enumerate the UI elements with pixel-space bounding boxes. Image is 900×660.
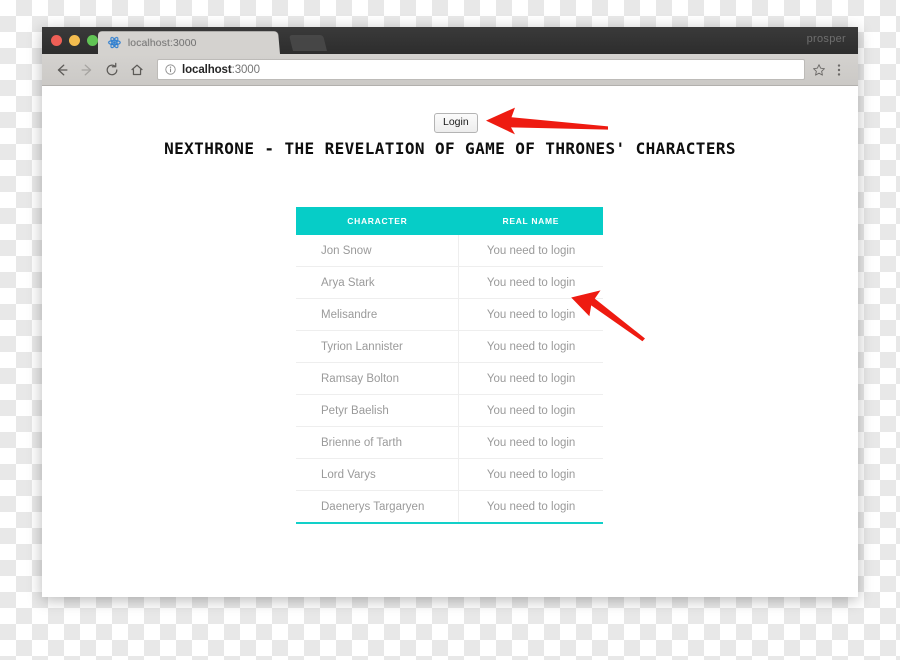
star-icon[interactable]: [809, 59, 829, 81]
close-window-button[interactable]: [51, 35, 62, 46]
table-row: Melisandre You need to login: [296, 298, 603, 331]
arrow-right-icon: [76, 59, 98, 81]
table-row: Tyrion Lannister You need to login: [296, 330, 603, 363]
window-controls: [51, 35, 98, 46]
minimize-window-button[interactable]: [69, 35, 80, 46]
address-bar-host: localhost: [182, 63, 232, 76]
cell-character: Melisandre: [296, 298, 460, 331]
cell-real-name: You need to login: [458, 394, 603, 427]
browser-tab-active[interactable]: localhost:3000: [98, 31, 280, 54]
cell-character: Petyr Baelish: [296, 394, 460, 427]
cell-real-name: You need to login: [458, 426, 603, 459]
address-bar-path: :3000: [231, 63, 260, 76]
browser-toolbar: localhost :3000: [42, 54, 858, 86]
table-row: Daenerys Targaryen You need to login: [296, 490, 603, 523]
table-row: Lord Varys You need to login: [296, 458, 603, 491]
reload-icon[interactable]: [101, 59, 123, 81]
maximize-window-button[interactable]: [87, 35, 98, 46]
arrow-left-icon[interactable]: [51, 59, 73, 81]
home-icon[interactable]: [126, 59, 148, 81]
table-row: Petyr Baelish You need to login: [296, 394, 603, 427]
new-tab-button[interactable]: [289, 35, 327, 51]
browser-window: localhost:3000 prosper localhost:3000 L…: [42, 27, 858, 597]
column-header-character: CHARACTER: [296, 207, 459, 235]
cell-character: Jon Snow: [296, 235, 460, 267]
table-body: Jon Snow You need to login Arya Stark You n…: [296, 235, 603, 523]
table-row: Jon Snow You need to login: [296, 235, 603, 267]
react-logo-icon: [108, 36, 121, 49]
cell-real-name: You need to login: [458, 458, 603, 491]
cell-character: Arya Stark: [296, 266, 460, 299]
table-header-row: CHARACTER REAL NAME: [296, 207, 603, 235]
browser-titlebar: localhost:3000 prosper: [42, 27, 858, 54]
table-row: Brienne of Tarth You need to login: [296, 426, 603, 459]
cell-character: Brienne of Tarth: [296, 426, 460, 459]
cell-character: Lord Varys: [296, 458, 460, 491]
cell-real-name: You need to login: [458, 362, 603, 395]
info-circle-icon[interactable]: [165, 64, 176, 75]
cell-real-name: You need to login: [458, 298, 603, 331]
page-title: NEXTHRONE - THE REVELATION OF GAME OF TH…: [164, 139, 736, 158]
cell-character: Ramsay Bolton: [296, 362, 460, 395]
login-button[interactable]: Login: [434, 113, 478, 133]
characters-table: CHARACTER REAL NAME Jon Snow You need to …: [296, 207, 603, 524]
page-viewport: Login NEXTHRONE - THE REVELATION OF GAME…: [42, 86, 858, 596]
cell-real-name: You need to login: [458, 330, 603, 363]
table-header: CHARACTER REAL NAME: [296, 207, 603, 235]
characters-table-container: CHARACTER REAL NAME Jon Snow You need to …: [296, 207, 603, 524]
table-row: Ramsay Bolton You need to login: [296, 362, 603, 395]
cell-real-name: You need to login: [486, 500, 576, 513]
cell-character: Daenerys Targaryen: [296, 490, 460, 523]
cell-character: Tyrion Lannister: [296, 330, 460, 363]
annotation-arrow-login: [486, 107, 608, 140]
column-header-real-name: REAL NAME: [458, 207, 603, 235]
cell-real-name: You need to login: [458, 266, 603, 299]
browser-tab-title: localhost:3000: [127, 36, 197, 49]
watermark-text: prosper: [806, 33, 846, 45]
table-row: Arya Stark You need to login: [296, 266, 603, 299]
address-bar[interactable]: localhost :3000: [157, 59, 805, 80]
kebab-menu-icon[interactable]: [829, 59, 849, 81]
cell-real-name: You need to login: [458, 235, 603, 267]
